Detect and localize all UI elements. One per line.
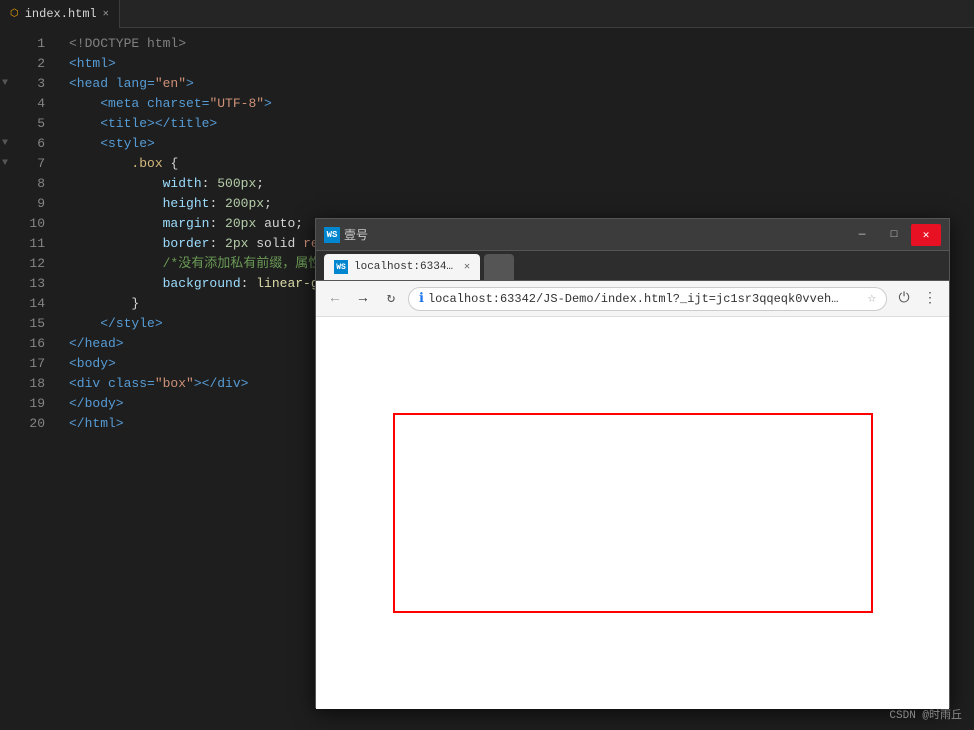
tab-close-button[interactable]: ✕	[103, 8, 109, 20]
line-8: 8	[0, 174, 45, 194]
line-15: 15	[0, 314, 45, 334]
bookmark-icon[interactable]: ☆	[868, 290, 876, 307]
code-line-5: <title></title>	[69, 114, 974, 134]
browser-tab-inactive[interactable]	[484, 254, 514, 280]
browser-content	[316, 317, 949, 709]
browser-power-button[interactable]: ⏻	[893, 288, 915, 310]
browser-tab-label: localhost:63342/JS-De…	[354, 261, 454, 273]
line-9: 9	[0, 194, 45, 214]
code-line-6: <style>	[69, 134, 974, 154]
watermark: CSDN @时雨丘	[889, 706, 962, 722]
fold-icon-6: ▼	[2, 134, 8, 154]
browser-address-row: ← → ↻ ℹ localhost:63342/JS-Demo/index.ht…	[316, 281, 949, 317]
browser-minimize-button[interactable]: —	[847, 224, 877, 246]
info-icon: ℹ	[419, 291, 424, 306]
editor-area: 1 2 ▼ 3 4 5 ▼ 6 ▼ 7 8 9 10 11 12 13 14 1…	[0, 28, 974, 730]
code-line-8: width: 500px;	[69, 174, 974, 194]
browser-window[interactable]: WS 壹号 — □ ✕ WS localhost:63342/JS-De… ✕ …	[315, 218, 950, 708]
line-12: 12	[0, 254, 45, 274]
line-14: 14	[0, 294, 45, 314]
fold-icon-3: ▼	[2, 74, 8, 94]
code-line-1: <!DOCTYPE html>	[69, 34, 974, 54]
browser-forward-button[interactable]: →	[352, 288, 374, 310]
browser-title-controls: — □ ✕	[847, 224, 941, 246]
line-10: 10	[0, 214, 45, 234]
line-7: ▼ 7	[0, 154, 45, 174]
browser-ws-icon: WS	[324, 227, 340, 243]
fold-icon-7: ▼	[2, 154, 8, 174]
line-4: 4	[0, 94, 45, 114]
browser-menu-button[interactable]: ⋮	[919, 288, 941, 310]
line-number-gutter: 1 2 ▼ 3 4 5 ▼ 6 ▼ 7 8 9 10 11 12 13 14 1…	[0, 28, 55, 730]
line-18: 18	[0, 374, 45, 394]
tab-file-icon: ⬡	[10, 8, 19, 20]
line-13: 13	[0, 274, 45, 294]
browser-window-title: 壹号	[344, 226, 368, 243]
line-5: 5	[0, 114, 45, 134]
browser-action-buttons: ⏻ ⋮	[893, 288, 941, 310]
line-20: 20	[0, 414, 45, 434]
code-line-9: height: 200px;	[69, 194, 974, 214]
browser-titlebar: WS 壹号 — □ ✕	[316, 219, 949, 251]
tab-label: index.html	[25, 7, 97, 21]
line-6: ▼ 6	[0, 134, 45, 154]
line-11: 11	[0, 234, 45, 254]
line-2: 2	[0, 54, 45, 74]
browser-address-text: localhost:63342/JS-Demo/index.html?_ijt=…	[428, 292, 864, 306]
browser-tab-close[interactable]: ✕	[464, 261, 470, 273]
editor-tab[interactable]: ⬡ index.html ✕	[0, 0, 120, 28]
line-19: 19	[0, 394, 45, 414]
browser-tab-icon: WS	[334, 260, 348, 274]
tab-bar: ⬡ index.html ✕	[0, 0, 974, 28]
line-16: 16	[0, 334, 45, 354]
line-17: 17	[0, 354, 45, 374]
browser-close-button[interactable]: ✕	[911, 224, 941, 246]
code-line-7: .box {	[69, 154, 974, 174]
demo-box	[393, 413, 873, 613]
code-line-3: <head lang="en">	[69, 74, 974, 94]
browser-tab-row: WS localhost:63342/JS-De… ✕	[316, 251, 949, 281]
browser-maximize-button[interactable]: □	[879, 224, 909, 246]
browser-back-button[interactable]: ←	[324, 288, 346, 310]
line-1: 1	[0, 34, 45, 54]
browser-tab-active[interactable]: WS localhost:63342/JS-De… ✕	[324, 254, 480, 280]
code-line-4: <meta charset="UTF-8">	[69, 94, 974, 114]
browser-title-left: WS 壹号	[324, 226, 368, 243]
line-3: ▼ 3	[0, 74, 45, 94]
browser-refresh-button[interactable]: ↻	[380, 288, 402, 310]
browser-address-bar[interactable]: ℹ localhost:63342/JS-Demo/index.html?_ij…	[408, 287, 887, 311]
code-line-2: <html>	[69, 54, 974, 74]
